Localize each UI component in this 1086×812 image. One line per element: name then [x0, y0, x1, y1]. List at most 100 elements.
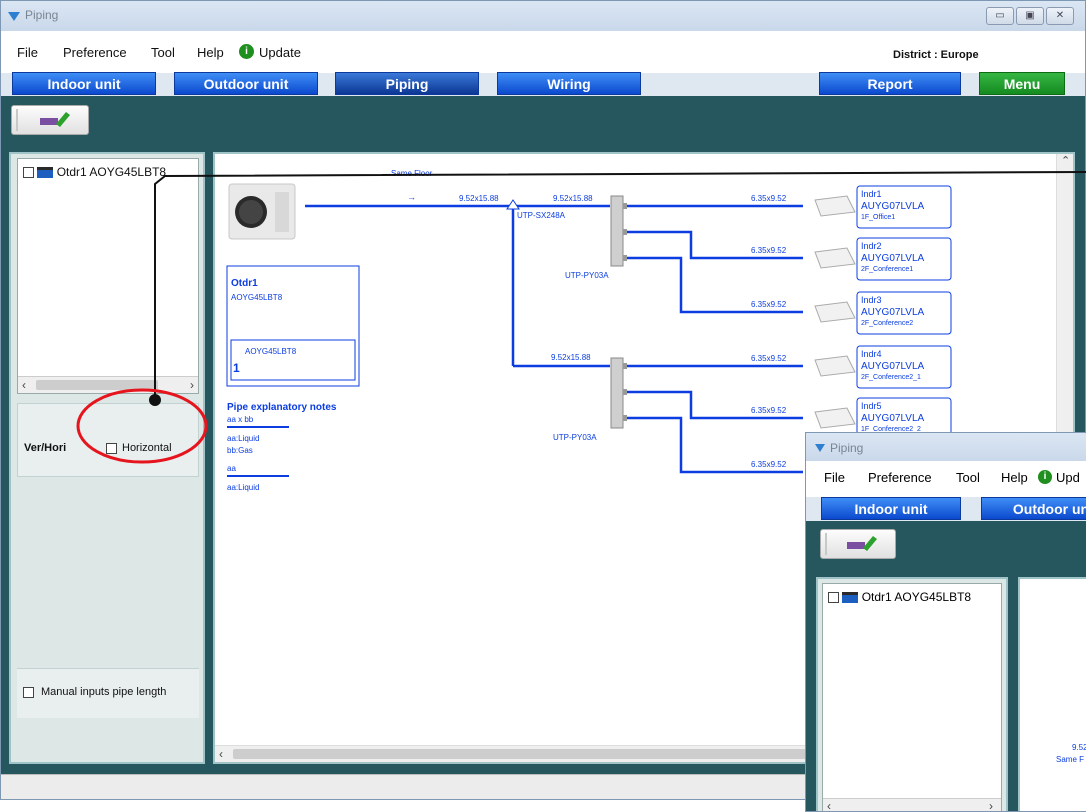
menu-tool[interactable]: Tool [151, 45, 175, 60]
left-panel: Otdr1 AOYG45LBT8 ‹ › Ver/Hori Horizontal… [9, 152, 205, 764]
notes-liquid1: aa:Liquid [227, 434, 259, 443]
horizontal-checkbox[interactable] [106, 443, 117, 454]
indoor-unit-4[interactable]: Indr4 AUYG07LVLA 2F_Conference2_1 [814, 345, 952, 389]
indoor-pipe-size: 6.35x9.52 [751, 300, 787, 309]
overlay-unit-tree[interactable]: Otdr1 AOYG45LBT8 ‹ › [822, 583, 1002, 811]
notes-liquid2: aa:Liquid [227, 483, 259, 492]
menu-update[interactable]: Update [259, 45, 301, 60]
tree-item[interactable]: Otdr1 AOYG45LBT8 [828, 590, 971, 604]
tree-item[interactable]: Otdr1 AOYG45LBT8 [23, 165, 166, 179]
scroll-left-icon[interactable]: ‹ [219, 747, 223, 761]
menu-bar: File Preference Tool Help i Update Distr… [1, 31, 1085, 73]
header-2-model: UTP-PY03A [553, 433, 597, 442]
nav-piping[interactable]: Piping [335, 72, 479, 95]
nav-indoor-unit[interactable]: Indoor unit [821, 497, 961, 520]
nav-report[interactable]: Report [819, 72, 961, 95]
indoor-name: Indr1 [861, 189, 882, 199]
pencil-ruler-icon [16, 109, 70, 131]
menu-help[interactable]: Help [1001, 470, 1028, 485]
nav-outdoor-unit[interactable]: Outdoor unit [174, 72, 318, 95]
indoor-pipe-size: 6.35x9.52 [751, 246, 787, 255]
nav-indoor-unit[interactable]: Indoor unit [12, 72, 156, 95]
close-button[interactable]: ✕ [1046, 7, 1074, 25]
overlay-tree-hscroll[interactable]: ‹ › [823, 798, 1001, 811]
verhori-group: Ver/Hori Horizontal [17, 403, 199, 477]
scroll-up-icon[interactable]: ⌃ [1061, 154, 1070, 167]
indoor-unit-3[interactable]: Indr3 AUYG07LVLA 2F_Conference2 [814, 291, 952, 335]
notes-line1: aa x bb [227, 415, 254, 424]
unit-folder-icon [37, 167, 54, 179]
minimize-button[interactable]: ▭ [986, 7, 1014, 25]
indoor-model: AUYG07LVLA [861, 201, 925, 212]
overlay-left-panel: Otdr1 AOYG45LBT8 ‹ › [816, 577, 1008, 811]
pipe-notes: Pipe explanatory notes aa x bb aa:Liquid… [227, 402, 337, 492]
indoor-unit-1[interactable]: Indr1 AUYG07LVLA 1F_Office1 [814, 185, 952, 229]
zoomed-window-overlay: Piping File Preference Tool Help i Upd I… [805, 432, 1086, 812]
menu-update[interactable]: Upd [1056, 470, 1080, 485]
info-icon: i [239, 44, 254, 59]
menu-preference[interactable]: Preference [868, 470, 932, 485]
app-icon [815, 444, 825, 452]
overlay-title: Piping [830, 441, 864, 455]
indoor-room: 1F_Office1 [861, 214, 895, 221]
edit-tool-button[interactable] [11, 105, 89, 135]
toolbar-area [1, 96, 1085, 146]
menu-tool[interactable]: Tool [956, 470, 980, 485]
notes-gas: bb:Gas [227, 446, 253, 455]
indoor-model: AUYG07LVLA [861, 253, 925, 264]
overlay-diagram[interactable]: 9.52 Same F [1018, 577, 1086, 811]
indoor-name: Indr2 [861, 241, 882, 251]
maximize-button[interactable]: ▣ [1016, 7, 1044, 25]
scroll-left-icon[interactable]: ‹ [22, 378, 26, 392]
indoor-name: Indr3 [861, 295, 882, 305]
outdoor-inner-model: AOYG45LBT8 [245, 347, 297, 356]
indoor-name: Indr4 [861, 349, 882, 359]
unit-tree[interactable]: Otdr1 AOYG45LBT8 ‹ › [17, 158, 199, 394]
tree-hscroll[interactable]: ‹ › [18, 376, 198, 393]
edit-tool-button[interactable] [820, 529, 896, 559]
same-floor-label: Same Floor [391, 169, 433, 178]
menu-preference[interactable]: Preference [63, 45, 127, 60]
overlay-pipe-size: 9.52 [1072, 743, 1086, 752]
diagram-hscroll-thumb[interactable] [233, 749, 833, 759]
scroll-left-icon[interactable]: ‹ [827, 799, 831, 811]
tree-item-checkbox[interactable] [23, 167, 34, 179]
header-1-model: UTP-PY03A [565, 271, 609, 280]
menu-file[interactable]: File [824, 470, 845, 485]
tree-hscroll-thumb[interactable] [36, 380, 158, 390]
outdoor-name: Otdr1 [231, 278, 258, 289]
scroll-right-icon[interactable]: › [989, 799, 993, 811]
horizontal-label: Horizontal [122, 442, 172, 454]
menu-help[interactable]: Help [197, 45, 224, 60]
indoor-pipe-size: 6.35x9.52 [751, 406, 787, 415]
separator-junction [506, 199, 520, 210]
header-1 [610, 195, 627, 267]
pencil-ruler-icon [825, 533, 877, 555]
indoor-model: AUYG07LVLA [861, 413, 925, 424]
outdoor-info-box[interactable]: Otdr1 AOYG45LBT8 AOYG45LBT8 1 [226, 265, 360, 387]
nav-wiring[interactable]: Wiring [497, 72, 641, 95]
nav-outdoor-unit[interactable]: Outdoor un [981, 497, 1086, 520]
menu-file[interactable]: File [17, 45, 38, 60]
tree-item-label: Otdr1 AOYG45LBT8 [56, 165, 167, 179]
window-title: Piping [25, 8, 59, 22]
outdoor-model: AOYG45LBT8 [231, 293, 283, 302]
outdoor-unit-icon [228, 183, 296, 240]
overlay-menu-bar: File Preference Tool Help i Upd [806, 461, 1086, 497]
tree-item-checkbox[interactable] [828, 592, 839, 604]
separator-model: UTP-SX248A [517, 211, 566, 220]
nav-menu[interactable]: Menu [979, 72, 1065, 95]
unit-folder-icon [842, 592, 859, 604]
manual-input-checkbox[interactable] [23, 687, 34, 698]
indoor-unit-2[interactable]: Indr2 AUYG07LVLA 2F_Conference1 [814, 237, 952, 281]
manual-input-label: Manual inputs pipe length [41, 686, 167, 698]
indoor-name: Indr5 [861, 401, 882, 411]
info-icon: i [1038, 470, 1052, 484]
notes-line2: aa [227, 464, 236, 473]
indoor-pipe-size: 6.35x9.52 [751, 460, 787, 469]
indoor-model: AUYG07LVLA [861, 307, 925, 318]
main-pipe-size-1: 9.52x15.88 [459, 194, 499, 203]
indoor-room: 2F_Conference2 [861, 320, 913, 327]
app-icon [8, 12, 20, 21]
scroll-right-icon[interactable]: › [190, 378, 194, 392]
